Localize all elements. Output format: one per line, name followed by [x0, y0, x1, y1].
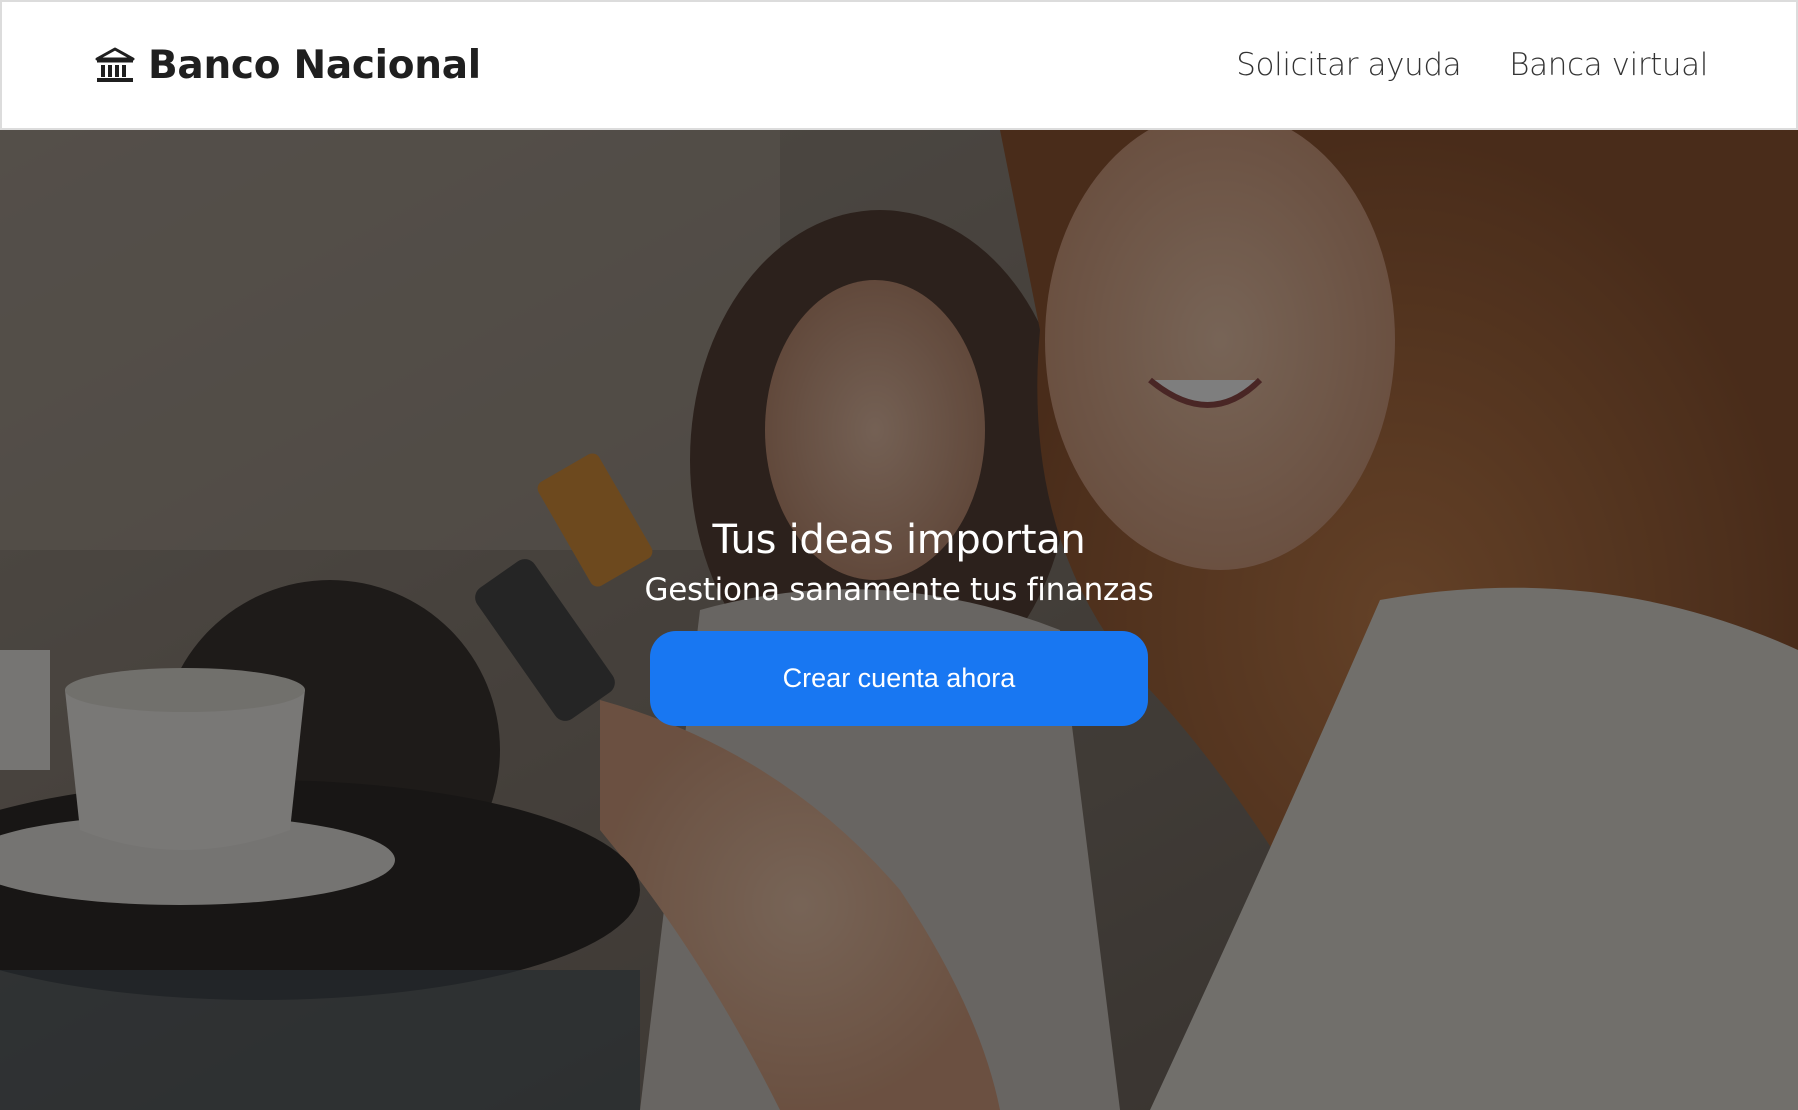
hero-subtitle: Gestiona sanamente tus finanzas — [644, 572, 1154, 608]
bank-icon — [95, 47, 135, 82]
nav-link-banca-virtual[interactable]: Banca virtual — [1509, 47, 1708, 83]
hero-section: Tus ideas importan Gestiona sanamente tu… — [0, 130, 1798, 1110]
brand-name: Banco Nacional — [148, 42, 481, 88]
top-navbar: Banco Nacional Solicitar ayuda Banca vir… — [0, 0, 1798, 130]
hero-content: Tus ideas importan Gestiona sanamente tu… — [0, 514, 1798, 726]
hero-title: Tus ideas importan — [712, 517, 1086, 563]
create-account-button[interactable]: Crear cuenta ahora — [650, 631, 1148, 726]
nav-link-solicitar-ayuda[interactable]: Solicitar ayuda — [1236, 47, 1461, 83]
main-nav: Solicitar ayuda Banca virtual — [1236, 47, 1708, 83]
brand-link[interactable]: Banco Nacional — [94, 43, 481, 88]
